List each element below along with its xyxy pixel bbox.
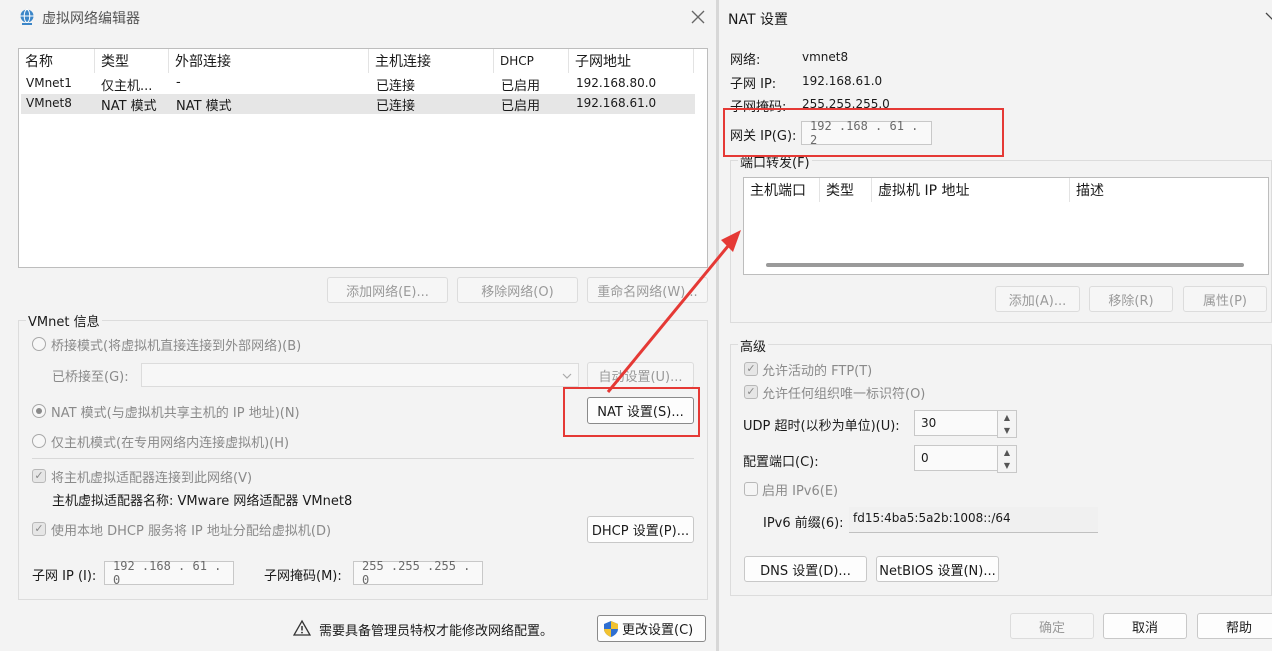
annotation-arrow (606, 230, 741, 393)
